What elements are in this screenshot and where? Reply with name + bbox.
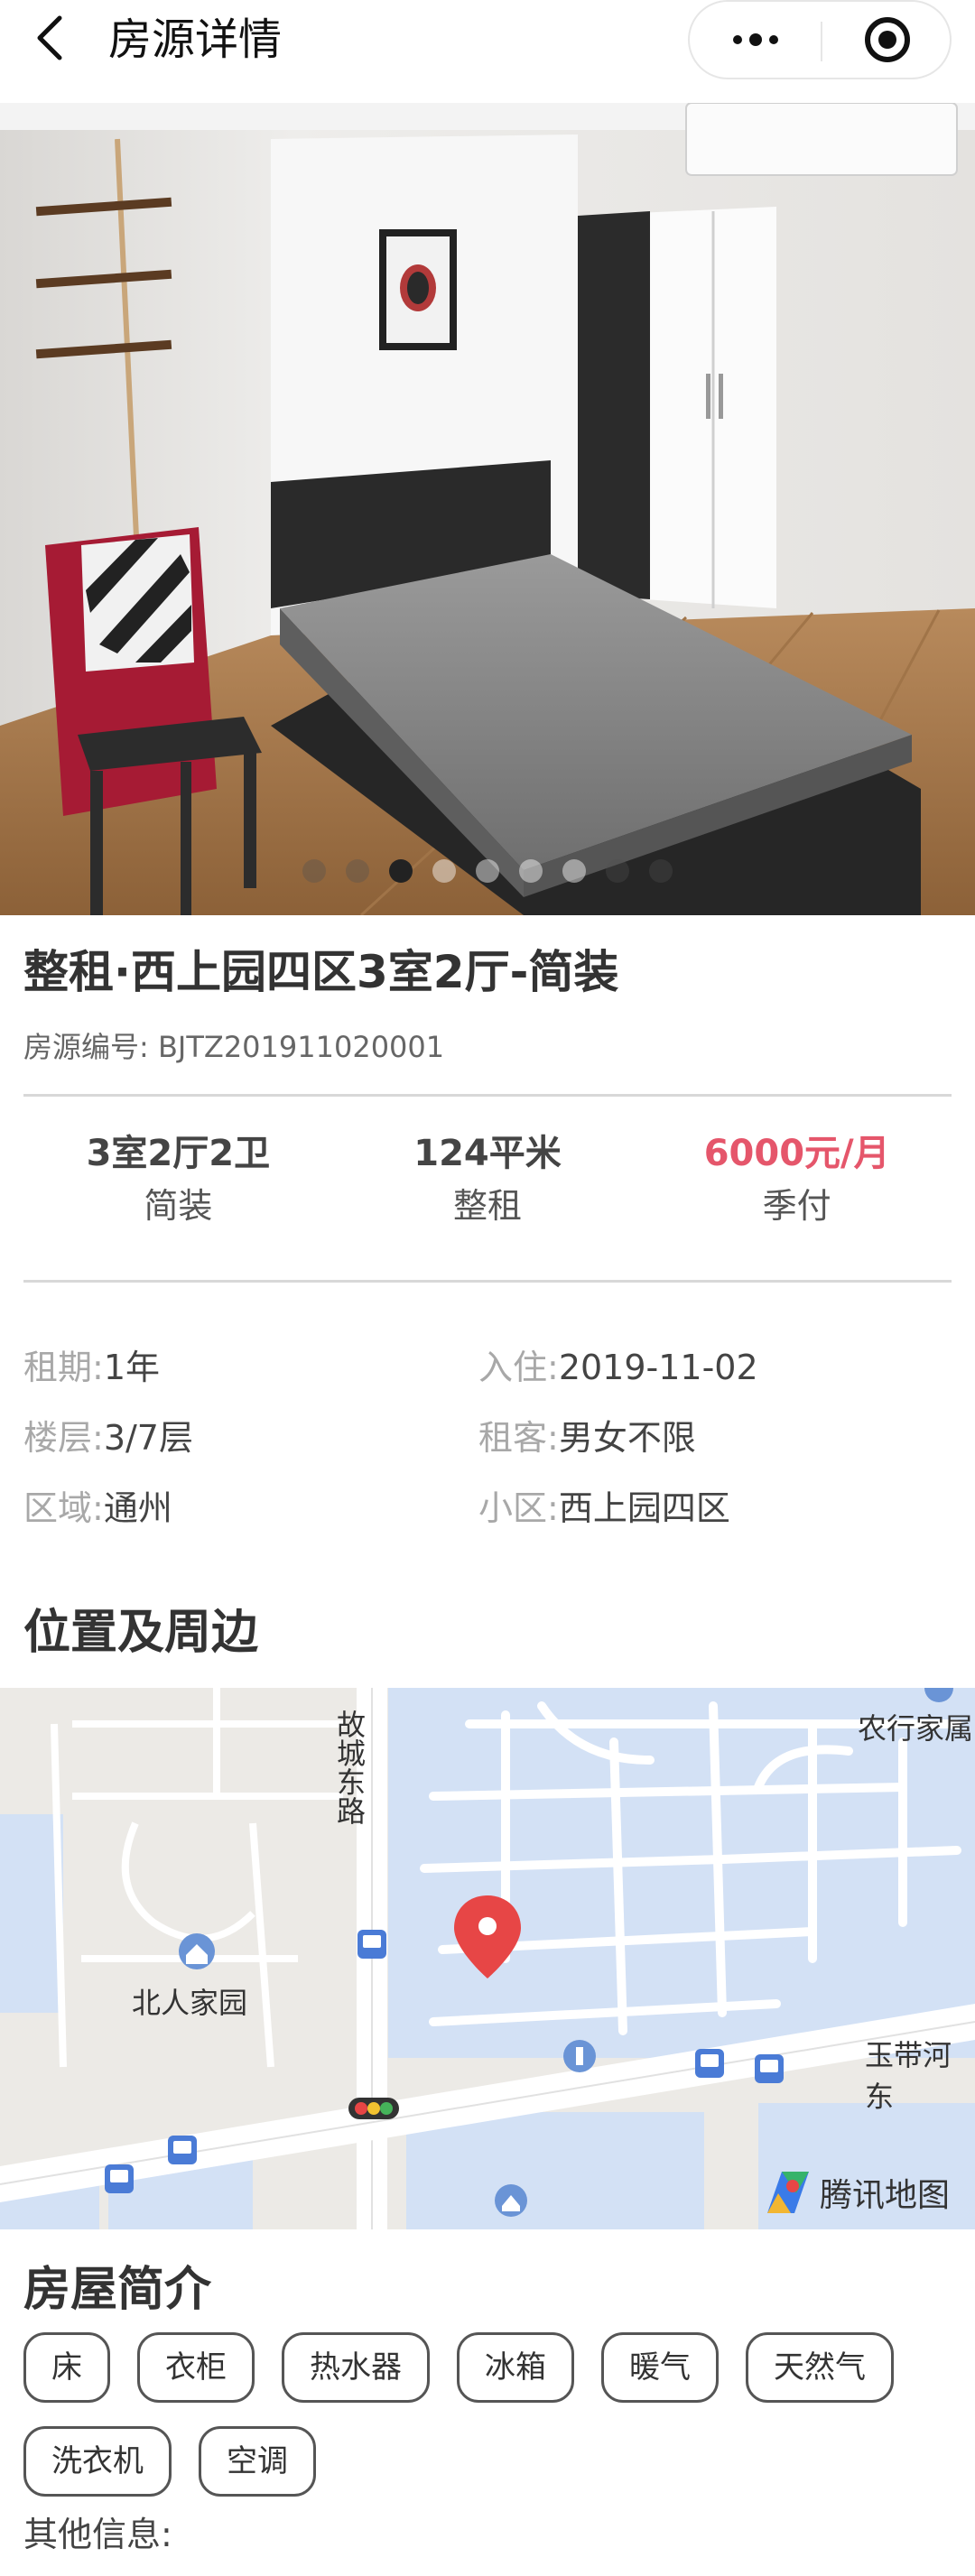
- facility-tag-fridge: 冰箱: [457, 2332, 574, 2403]
- stat-price-value: 6000元/月: [703, 1133, 890, 1174]
- stat-price: 6000元/月 季付: [642, 1128, 952, 1255]
- tencent-map-icon: [767, 2172, 809, 2213]
- stat-layout-value: 3室2厅2卫: [86, 1133, 271, 1174]
- prop-value: 3/7层: [103, 1418, 193, 1458]
- prop-label: 入住:: [478, 1348, 559, 1387]
- map-brand-text: 腾讯地图: [820, 2177, 951, 2214]
- stat-rent-type: 整租: [453, 1186, 523, 1226]
- chevron-left-icon: [37, 15, 62, 60]
- prop-value: 西上园四区: [558, 1488, 730, 1528]
- facility-tags: 床 衣柜 热水器 冰箱 暖气 天然气 洗衣机 空调: [23, 2332, 962, 2520]
- back-button[interactable]: [27, 13, 78, 63]
- map-canvas: [0, 1688, 975, 2229]
- facility-tag-heating: 暖气: [601, 2332, 719, 2403]
- prop-lease-term: 租期:1年: [23, 1342, 478, 1393]
- carousel-dot[interactable]: [476, 859, 499, 883]
- stat-area-value: 124平米: [413, 1133, 562, 1174]
- prop-floor: 楼层:3/7层: [23, 1413, 478, 1463]
- facility-tag-washer: 洗衣机: [23, 2426, 172, 2497]
- house-title: 整租·西上园四区3室2厅-简装: [23, 946, 619, 998]
- prop-value: 1年: [103, 1348, 160, 1387]
- divider: [23, 1280, 952, 1283]
- stat-layout: 3室2厅2卫 简装: [23, 1128, 333, 1255]
- prop-community: 小区:西上园四区: [478, 1483, 933, 1534]
- house-photo-carousel[interactable]: [0, 103, 975, 915]
- location-map[interactable]: 故城东路 北人家园 农行家属 玉带河东 腾讯地图: [0, 1688, 975, 2229]
- bedroom-photo: [0, 103, 975, 915]
- carousel-dot[interactable]: [346, 859, 369, 883]
- page-title: 房源详情: [108, 14, 283, 65]
- tencent-map-logo: 腾讯地图: [764, 2168, 950, 2217]
- map-label-river: 玉带河东: [865, 2038, 952, 2114]
- carousel-dot[interactable]: [649, 859, 673, 883]
- intro-section-title: 房屋简介: [23, 2263, 212, 2317]
- facility-tag-wardrobe: 衣柜: [137, 2332, 255, 2403]
- stat-payment: 季付: [762, 1186, 831, 1226]
- prop-district: 区域:通州: [23, 1483, 478, 1534]
- close-miniprogram-button[interactable]: [822, 2, 952, 78]
- other-info-label: 其他信息:: [23, 2515, 172, 2554]
- prop-value: 通州: [103, 1488, 172, 1528]
- more-dots-icon: [729, 33, 782, 46]
- prop-label: 小区:: [478, 1488, 559, 1528]
- prop-value: 男女不限: [558, 1418, 696, 1458]
- carousel-dot-active[interactable]: [389, 859, 413, 883]
- facility-tag-ac: 空调: [199, 2426, 316, 2497]
- prop-label: 区域:: [23, 1488, 104, 1528]
- prop-label: 租期:: [23, 1348, 104, 1387]
- house-id: 房源编号: BJTZ201911020001: [23, 1030, 445, 1064]
- facility-tag-bed: 床: [23, 2332, 110, 2403]
- location-section-title: 位置及周边: [23, 1606, 259, 1660]
- divider: [23, 1094, 952, 1097]
- more-button[interactable]: [690, 2, 821, 78]
- stat-area: 124平米 整租: [333, 1128, 643, 1255]
- prop-move-in: 入住:2019-11-02: [478, 1342, 933, 1393]
- prop-tenant: 租客:男女不限: [478, 1413, 933, 1463]
- menu-capsule: [688, 0, 952, 79]
- map-label-park: 北人家园: [132, 1986, 248, 2020]
- carousel-dot[interactable]: [432, 859, 456, 883]
- top-nav-bar: 房源详情: [0, 0, 975, 103]
- house-properties: 租期:1年 入住:2019-11-02 楼层:3/7层 租客:男女不限 区域:通…: [23, 1332, 952, 1543]
- prop-value: 2019-11-02: [558, 1348, 758, 1387]
- facility-tag-gas: 天然气: [746, 2332, 894, 2403]
- carousel-dot[interactable]: [519, 859, 543, 883]
- carousel-dot[interactable]: [562, 859, 586, 883]
- house-stats: 3室2厅2卫 简装 124平米 整租 6000元/月 季付: [23, 1128, 952, 1255]
- map-label-road: 故城东路: [332, 1710, 367, 1825]
- stat-decoration: 简装: [144, 1186, 213, 1226]
- carousel-dot[interactable]: [606, 859, 629, 883]
- target-close-icon: [864, 17, 910, 62]
- prop-label: 租客:: [478, 1418, 559, 1458]
- carousel-dot[interactable]: [302, 859, 326, 883]
- prop-label: 楼层:: [23, 1418, 104, 1458]
- map-label-bank: 农行家属: [858, 1711, 974, 1746]
- carousel-indicators: [0, 859, 975, 883]
- facility-tag-water-heater: 热水器: [282, 2332, 430, 2403]
